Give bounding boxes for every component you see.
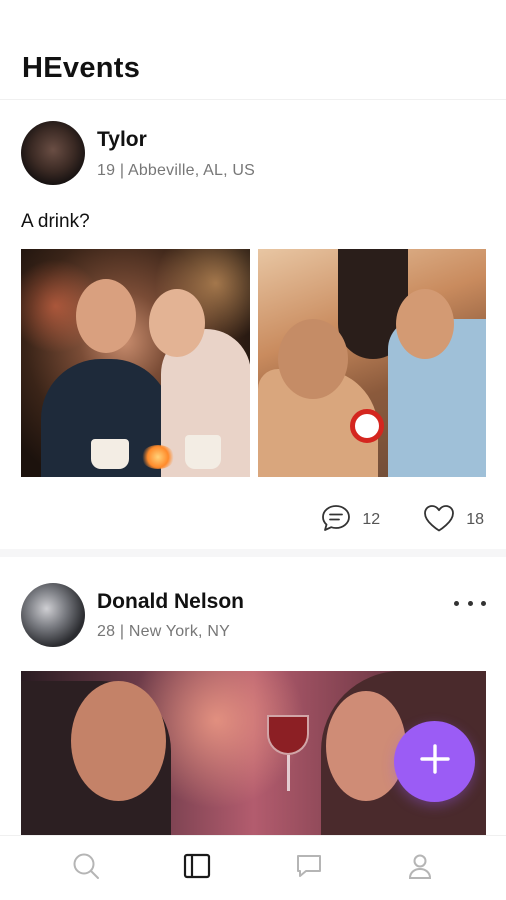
avatar[interactable] xyxy=(21,121,85,185)
comment-button[interactable]: 12 xyxy=(320,503,380,538)
chat-icon xyxy=(294,851,324,886)
avatar[interactable] xyxy=(21,583,85,647)
create-post-button[interactable] xyxy=(394,721,475,802)
profile-icon xyxy=(405,851,435,886)
feed-icon xyxy=(182,851,212,886)
page-title: HEvents xyxy=(22,52,141,84)
post-photo[interactable] xyxy=(21,249,250,477)
nav-item-search[interactable] xyxy=(58,843,114,893)
more-horizontal-icon xyxy=(454,600,459,606)
post-photo[interactable] xyxy=(258,249,486,477)
search-icon xyxy=(71,851,101,886)
nav-item-chat[interactable] xyxy=(281,843,337,893)
heart-icon xyxy=(422,503,456,538)
post-username[interactable]: Donald Nelson xyxy=(97,590,244,614)
plus-icon xyxy=(418,742,452,781)
nav-item-profile[interactable] xyxy=(392,843,448,893)
post-caption: A drink? xyxy=(21,211,90,232)
post-user-meta: 28 | New York, NY xyxy=(97,623,230,640)
like-count: 18 xyxy=(466,511,484,528)
app-header: HEvents xyxy=(0,0,506,100)
comment-count: 12 xyxy=(362,511,381,528)
more-options-button[interactable] xyxy=(454,593,486,613)
post-username[interactable]: Tylor xyxy=(97,128,147,152)
comment-icon xyxy=(320,503,352,538)
bottom-nav xyxy=(0,835,506,900)
feed-post: Tylor 19 | Abbeville, AL, US A drink? 12 xyxy=(0,101,506,557)
like-button[interactable]: 18 xyxy=(422,503,484,538)
post-user-meta: 19 | Abbeville, AL, US xyxy=(97,162,255,179)
nav-item-feed[interactable] xyxy=(169,843,225,893)
post-actions: 12 18 xyxy=(320,503,484,537)
